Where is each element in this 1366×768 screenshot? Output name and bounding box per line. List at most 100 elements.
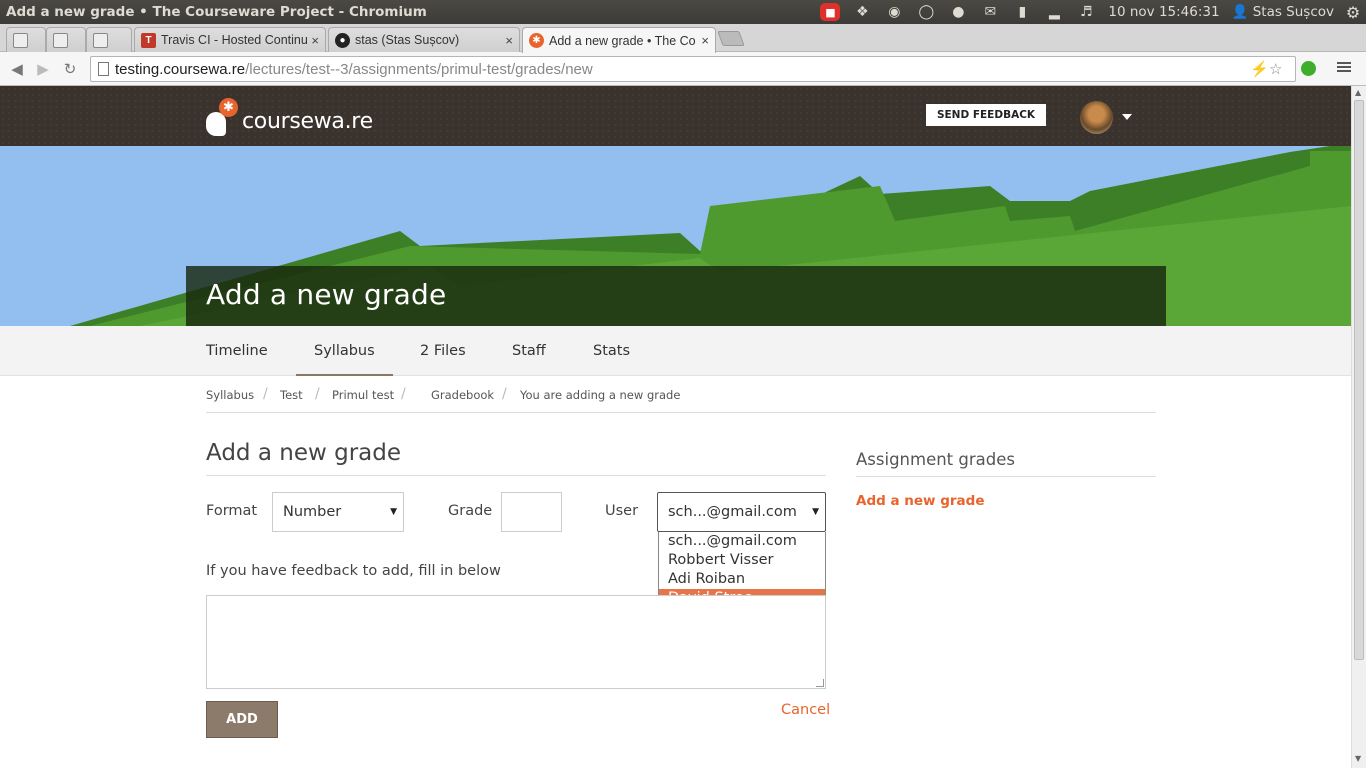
chat-icon[interactable]: ●: [942, 0, 974, 24]
user-option[interactable]: Adi Roiban: [659, 570, 825, 589]
notification-indicator-icon[interactable]: ■: [820, 3, 841, 21]
scroll-down-icon[interactable]: ▼: [1355, 754, 1361, 763]
gear-icon[interactable]: ⚙: [1340, 3, 1366, 22]
lightbulb-icon[interactable]: ◯: [910, 0, 942, 24]
lightning-icon[interactable]: ⚡: [1250, 60, 1269, 78]
tab-pinned-3[interactable]: [86, 27, 132, 52]
breadcrumb-syllabus[interactable]: Syllabus: [206, 388, 254, 402]
page-icon: [13, 32, 28, 48]
breadcrumb-separator: /: [502, 386, 507, 402]
chevron-down-icon[interactable]: [1122, 114, 1132, 120]
add-button[interactable]: ADD: [206, 701, 278, 738]
extension-icon[interactable]: [1301, 61, 1316, 76]
courseware-icon: ✱: [529, 33, 544, 48]
chevron-down-icon: ▼: [812, 507, 819, 517]
os-top-bar: Add a new grade • The Courseware Project…: [0, 0, 1366, 24]
os-indicators: ■ ❖ ◉ ◯ ● ✉ ▮ ▂ ♬ 10 nov 15:46:31 👤 Stas…: [814, 0, 1366, 24]
breadcrumb-test[interactable]: Test: [280, 388, 303, 402]
course-banner: Add a new grade: [0, 146, 1351, 326]
grade-input[interactable]: [501, 492, 562, 532]
breadcrumb-current: You are adding a new grade: [520, 388, 681, 402]
logo-icon: ✱: [206, 98, 238, 138]
form-title: Add a new grade: [206, 440, 826, 476]
cancel-link[interactable]: Cancel: [781, 702, 830, 718]
user-option[interactable]: sch...@gmail.com: [659, 532, 825, 551]
breadcrumb-gradebook[interactable]: Gradebook: [431, 388, 494, 402]
window-title: Add a new grade • The Courseware Project…: [6, 4, 427, 20]
format-select[interactable]: Number ▼: [272, 492, 404, 532]
address-bar[interactable]: testing.coursewa.re/lectures/test--3/ass…: [90, 56, 1296, 82]
tab-staff[interactable]: Staff: [512, 326, 546, 376]
scrollbar-thumb[interactable]: [1354, 100, 1364, 660]
image-icon: [93, 32, 108, 48]
os-clock[interactable]: 10 nov 15:46:31: [1102, 4, 1225, 20]
tab-title: stas (Stas Sușcov): [355, 33, 460, 47]
breadcrumb: Syllabus / Test / Primul test / Gradeboo…: [206, 386, 1156, 413]
send-feedback-button[interactable]: SEND FEEDBACK: [926, 104, 1046, 126]
breadcrumb-separator: /: [401, 386, 406, 402]
user-option[interactable]: Robbert Visser: [659, 551, 825, 570]
github-icon: ●: [335, 32, 350, 48]
volume-icon[interactable]: ♬: [1070, 0, 1102, 24]
url-host: testing.coursewa.re: [115, 60, 246, 78]
reload-icon[interactable]: ↻: [60, 59, 80, 79]
add-new-grade-link[interactable]: Add a new grade: [856, 493, 984, 509]
user-label: User: [605, 503, 639, 519]
forward-icon[interactable]: ▶: [33, 59, 53, 79]
url-path: /lectures/test--3/assignments/primul-tes…: [245, 60, 593, 78]
browser-toolbar: ◀ ▶ ↻ testing.coursewa.re/lectures/test-…: [0, 52, 1366, 86]
page-icon: [98, 62, 109, 76]
tab-pinned-2[interactable]: [46, 27, 86, 52]
tab-github[interactable]: ● stas (Stas Sușcov) ×: [328, 27, 520, 52]
user-select[interactable]: sch...@gmail.com ▼: [657, 492, 826, 532]
site-logo[interactable]: ✱ coursewa.re: [206, 98, 373, 138]
logo-text: coursewa.re: [242, 108, 373, 134]
close-icon[interactable]: ×: [311, 33, 319, 48]
scroll-up-icon[interactable]: ▲: [1355, 88, 1361, 97]
tab-timeline[interactable]: Timeline: [206, 326, 268, 376]
tab-strip: T Travis CI - Hosted Continu × ● stas (S…: [0, 24, 1366, 53]
battery-icon[interactable]: ▮: [1006, 0, 1038, 24]
os-user-name: Stas Sușcov: [1252, 4, 1334, 20]
tab-title: Add a new grade • The Co: [549, 33, 696, 48]
page-viewport: ✱ coursewa.re SEND FEEDBACK Add a new gr…: [0, 86, 1351, 768]
tab-pinned-1[interactable]: [6, 27, 46, 52]
tab-title: Travis CI - Hosted Continu: [161, 33, 308, 47]
course-nav: Timeline Syllabus 2 Files Staff Stats: [0, 326, 1351, 376]
site-header: ✱ coursewa.re SEND FEEDBACK: [0, 86, 1351, 146]
page-scrollbar[interactable]: ▲ ▼: [1351, 86, 1366, 768]
travis-icon: T: [141, 32, 156, 48]
breadcrumb-separator: /: [315, 386, 320, 402]
feedback-hint: If you have feedback to add, fill in bel…: [206, 563, 501, 579]
close-icon[interactable]: ×: [505, 33, 513, 48]
page-title: Add a new grade: [206, 278, 447, 311]
close-icon[interactable]: ×: [701, 33, 709, 48]
menu-icon[interactable]: [1337, 60, 1351, 74]
chevron-down-icon: ▼: [390, 507, 397, 517]
breadcrumb-primul-test[interactable]: Primul test: [332, 388, 394, 402]
tab-files[interactable]: 2 Files: [420, 326, 466, 376]
bookmark-star-icon[interactable]: ☆: [1269, 60, 1282, 78]
new-tab-button[interactable]: [717, 31, 745, 46]
avatar[interactable]: [1080, 101, 1113, 134]
mail-icon[interactable]: ✉: [974, 0, 1006, 24]
tab-courseware[interactable]: ✱ Add a new grade • The Co ×: [522, 27, 716, 53]
resize-handle-icon[interactable]: [816, 679, 824, 687]
feedback-textarea[interactable]: [206, 595, 826, 689]
user-select-value: sch...@gmail.com: [668, 504, 797, 520]
headphones-icon[interactable]: ◉: [878, 0, 910, 24]
title-strip: Add a new grade: [186, 266, 1166, 326]
tab-stats[interactable]: Stats: [593, 326, 630, 376]
sidebar-title: Assignment grades: [856, 450, 1156, 477]
network-icon[interactable]: ▂: [1038, 0, 1070, 24]
grade-label: Grade: [448, 503, 493, 519]
tab-travis[interactable]: T Travis CI - Hosted Continu ×: [134, 27, 326, 52]
format-select-value: Number: [283, 504, 342, 520]
breadcrumb-separator: /: [263, 386, 268, 402]
dropbox-icon[interactable]: ❖: [846, 0, 878, 24]
image-icon: [53, 32, 68, 48]
tab-syllabus[interactable]: Syllabus: [296, 326, 393, 376]
os-user-menu[interactable]: 👤 Stas Sușcov: [1226, 4, 1340, 20]
back-icon[interactable]: ◀: [7, 59, 27, 79]
format-label: Format: [206, 503, 258, 519]
